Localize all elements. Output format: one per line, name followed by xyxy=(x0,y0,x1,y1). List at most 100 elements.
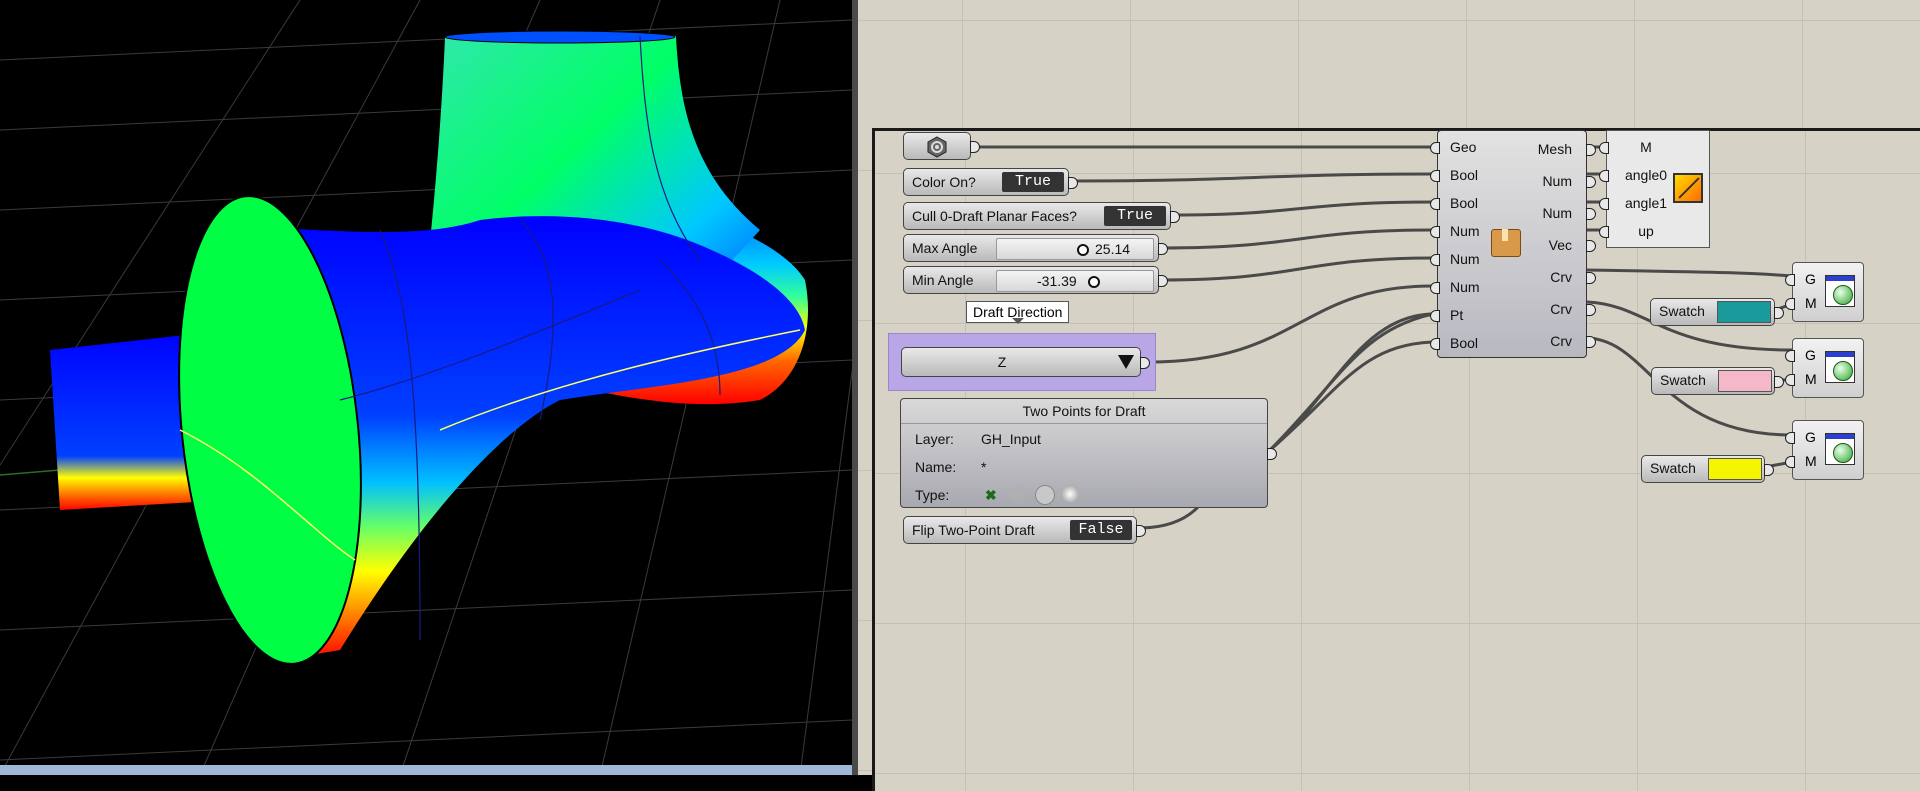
cluster-input-bool[interactable]: Bool xyxy=(1450,335,1478,351)
point-type-icon[interactable]: ✖ xyxy=(985,487,997,504)
curve-type-icon[interactable] xyxy=(1009,485,1027,503)
two-points-geometry-pipeline[interactable]: Two Points for Draft Layer: GH_Input Nam… xyxy=(900,398,1277,508)
cluster-output-crv[interactable]: Crv xyxy=(1550,269,1572,285)
input-grip[interactable] xyxy=(1430,198,1440,210)
panel-input-m[interactable]: M xyxy=(1595,139,1697,155)
viewer-input-g[interactable]: G xyxy=(1805,347,1816,363)
swatch-color[interactable] xyxy=(1718,370,1772,392)
slider-track[interactable]: 25.14 xyxy=(996,238,1154,260)
value-list-selected: Z xyxy=(997,354,1007,370)
panel-input-up[interactable]: up xyxy=(1595,223,1697,239)
swatch-color[interactable] xyxy=(1717,301,1771,323)
package-icon xyxy=(1502,229,1508,241)
rhino-viewport[interactable] xyxy=(0,0,852,775)
input-grip[interactable] xyxy=(1785,274,1795,286)
cluster-output-num[interactable]: Num xyxy=(1542,173,1572,189)
cluster-input-num[interactable]: Num xyxy=(1450,251,1480,267)
preview-icon xyxy=(1825,433,1855,465)
input-grip[interactable] xyxy=(1785,298,1795,310)
input-grip[interactable] xyxy=(1430,338,1440,350)
viewer-input-m[interactable]: M xyxy=(1805,453,1817,469)
slider-knob[interactable] xyxy=(1076,244,1089,256)
preview-icon-titlebar xyxy=(1826,434,1854,439)
name-value[interactable]: * xyxy=(981,459,986,475)
cluster-output-crv[interactable]: Crv xyxy=(1550,301,1572,317)
input-grip[interactable] xyxy=(1599,226,1609,238)
preview-icon-sphere xyxy=(1833,361,1853,381)
toggle-label: Flip Two-Point Draft xyxy=(912,522,1035,538)
toggle-label: Color On? xyxy=(912,174,976,190)
cluster-output-mesh[interactable]: Mesh xyxy=(1538,141,1572,157)
preview-icon xyxy=(1825,351,1855,383)
swatch-color[interactable] xyxy=(1708,458,1762,480)
input-grip[interactable] xyxy=(1785,374,1795,386)
viewer-input-g[interactable]: G xyxy=(1805,271,1816,287)
swatch-2[interactable]: Swatch xyxy=(1651,367,1784,395)
viewer-input-g[interactable]: G xyxy=(1805,429,1816,445)
max-angle-slider[interactable]: Max Angle 25.14 xyxy=(903,234,1168,262)
preview-viewer-3[interactable]: GM xyxy=(1785,420,1864,480)
input-grip[interactable] xyxy=(1785,350,1795,362)
cluster-input-bool[interactable]: Bool xyxy=(1450,195,1478,211)
viewer-input-m[interactable]: M xyxy=(1805,371,1817,387)
input-grip[interactable] xyxy=(1599,198,1609,210)
draft-analysis-cluster[interactable]: Geo Bool Bool Num Num Num Pt Bool Mesh Num Num Vec C… xyxy=(1430,130,1596,358)
input-grip[interactable] xyxy=(1785,432,1795,444)
slider-label: Min Angle xyxy=(912,272,974,288)
custom-preview-panel[interactable]: Mangle0 angle1 up xyxy=(1599,130,1710,248)
preview-icon-titlebar xyxy=(1826,276,1854,281)
name-label: Name: xyxy=(915,459,957,475)
layer-value[interactable]: GH_Input xyxy=(981,431,1041,447)
cluster-output-vec[interactable]: Vec xyxy=(1549,237,1572,253)
preview-viewer-2[interactable]: GM xyxy=(1785,338,1864,398)
toggle-value[interactable]: False xyxy=(1070,520,1132,540)
cluster-input-geo[interactable]: Geo xyxy=(1450,139,1476,155)
cluster-input-num[interactable]: Num xyxy=(1450,223,1480,239)
preview-viewer-1[interactable]: GM xyxy=(1785,262,1864,322)
panel-input-angle1[interactable]: angle1 xyxy=(1595,195,1697,211)
slider-knob[interactable] xyxy=(1087,276,1100,288)
cull-planar-faces-toggle[interactable]: Cull 0-Draft Planar Faces? True xyxy=(903,202,1180,230)
input-grip[interactable] xyxy=(1785,456,1795,468)
geometry-param[interactable] xyxy=(903,132,980,160)
toggle-value[interactable]: True xyxy=(1104,206,1166,226)
cluster-output-crv[interactable]: Crv xyxy=(1550,333,1572,349)
input-grip[interactable] xyxy=(1599,170,1609,182)
slider-value: -31.39 xyxy=(1037,273,1077,289)
flip-two-point-toggle[interactable]: Flip Two-Point Draft False xyxy=(903,516,1146,544)
draft-direction-value-list[interactable]: Z xyxy=(901,347,1150,377)
pipeline-title: Two Points for Draft xyxy=(901,399,1267,424)
layer-label: Layer: xyxy=(915,431,954,447)
slider-track[interactable]: -31.39 xyxy=(996,270,1154,292)
input-grip[interactable] xyxy=(1599,142,1609,154)
viewer-input-m[interactable]: M xyxy=(1805,295,1817,311)
draft-analysis-render xyxy=(0,0,852,775)
preview-icon-sphere xyxy=(1833,443,1853,463)
input-grip[interactable] xyxy=(1430,142,1440,154)
cluster-input-num[interactable]: Num xyxy=(1450,279,1480,295)
surface-type-icon[interactable] xyxy=(1035,485,1055,505)
input-grip[interactable] xyxy=(1430,254,1440,266)
cluster-input-bool[interactable]: Bool xyxy=(1450,167,1478,183)
ground-axes xyxy=(0,469,61,476)
swatch-1[interactable]: Swatch xyxy=(1650,298,1784,326)
input-grip[interactable] xyxy=(1430,170,1440,182)
toggle-label: Cull 0-Draft Planar Faces? xyxy=(912,208,1077,224)
color-on-toggle[interactable]: Color On? True xyxy=(903,168,1078,196)
swatch-label: Swatch xyxy=(1660,372,1706,388)
chevron-down-icon[interactable] xyxy=(1118,355,1134,369)
preview-icon-sphere xyxy=(1833,285,1853,305)
slider-value: 25.14 xyxy=(1095,241,1131,257)
input-grip[interactable] xyxy=(1430,310,1440,322)
type-label: Type: xyxy=(915,487,950,503)
swatch-label: Swatch xyxy=(1650,460,1696,476)
panel-input-angle0[interactable]: angle0 xyxy=(1595,167,1697,183)
cluster-input-pt[interactable]: Pt xyxy=(1450,307,1463,323)
cluster-output-num[interactable]: Num xyxy=(1542,205,1572,221)
input-grip[interactable] xyxy=(1430,282,1440,294)
min-angle-slider[interactable]: Min Angle -31.39 xyxy=(903,266,1168,294)
input-grip[interactable] xyxy=(1430,226,1440,238)
toggle-value[interactable]: True xyxy=(1002,172,1064,192)
mesh-type-icon[interactable] xyxy=(1061,485,1079,503)
swatch-3[interactable]: Swatch xyxy=(1641,455,1774,483)
